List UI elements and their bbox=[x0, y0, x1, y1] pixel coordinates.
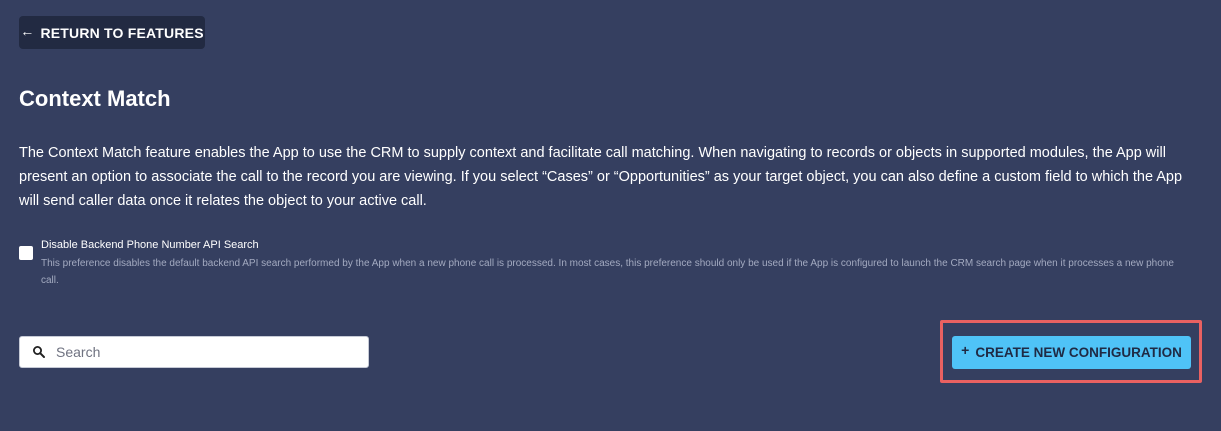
return-to-features-label: RETURN TO FEATURES bbox=[40, 24, 204, 41]
preference-text: Disable Backend Phone Number API Search … bbox=[41, 238, 1191, 289]
search-input[interactable] bbox=[54, 343, 338, 361]
search-icon bbox=[32, 345, 46, 359]
preference-help-text: This preference disables the default bac… bbox=[41, 258, 1174, 286]
arrow-left-icon: ← bbox=[20, 22, 35, 39]
plus-icon: + bbox=[961, 342, 970, 358]
page-title: Context Match bbox=[19, 86, 171, 111]
preference-row: Disable Backend Phone Number API Search … bbox=[19, 238, 1199, 289]
search-box[interactable] bbox=[19, 336, 369, 368]
return-to-features-button[interactable]: ← RETURN TO FEATURES bbox=[19, 16, 205, 49]
create-new-configuration-button[interactable]: + CREATE NEW CONFIGURATION bbox=[952, 336, 1191, 369]
preference-label: Disable Backend Phone Number API Search bbox=[41, 239, 259, 251]
create-new-configuration-label: CREATE NEW CONFIGURATION bbox=[975, 345, 1182, 360]
disable-backend-search-checkbox[interactable] bbox=[19, 246, 33, 260]
feature-description: The Context Match feature enables the Ap… bbox=[19, 145, 1183, 209]
